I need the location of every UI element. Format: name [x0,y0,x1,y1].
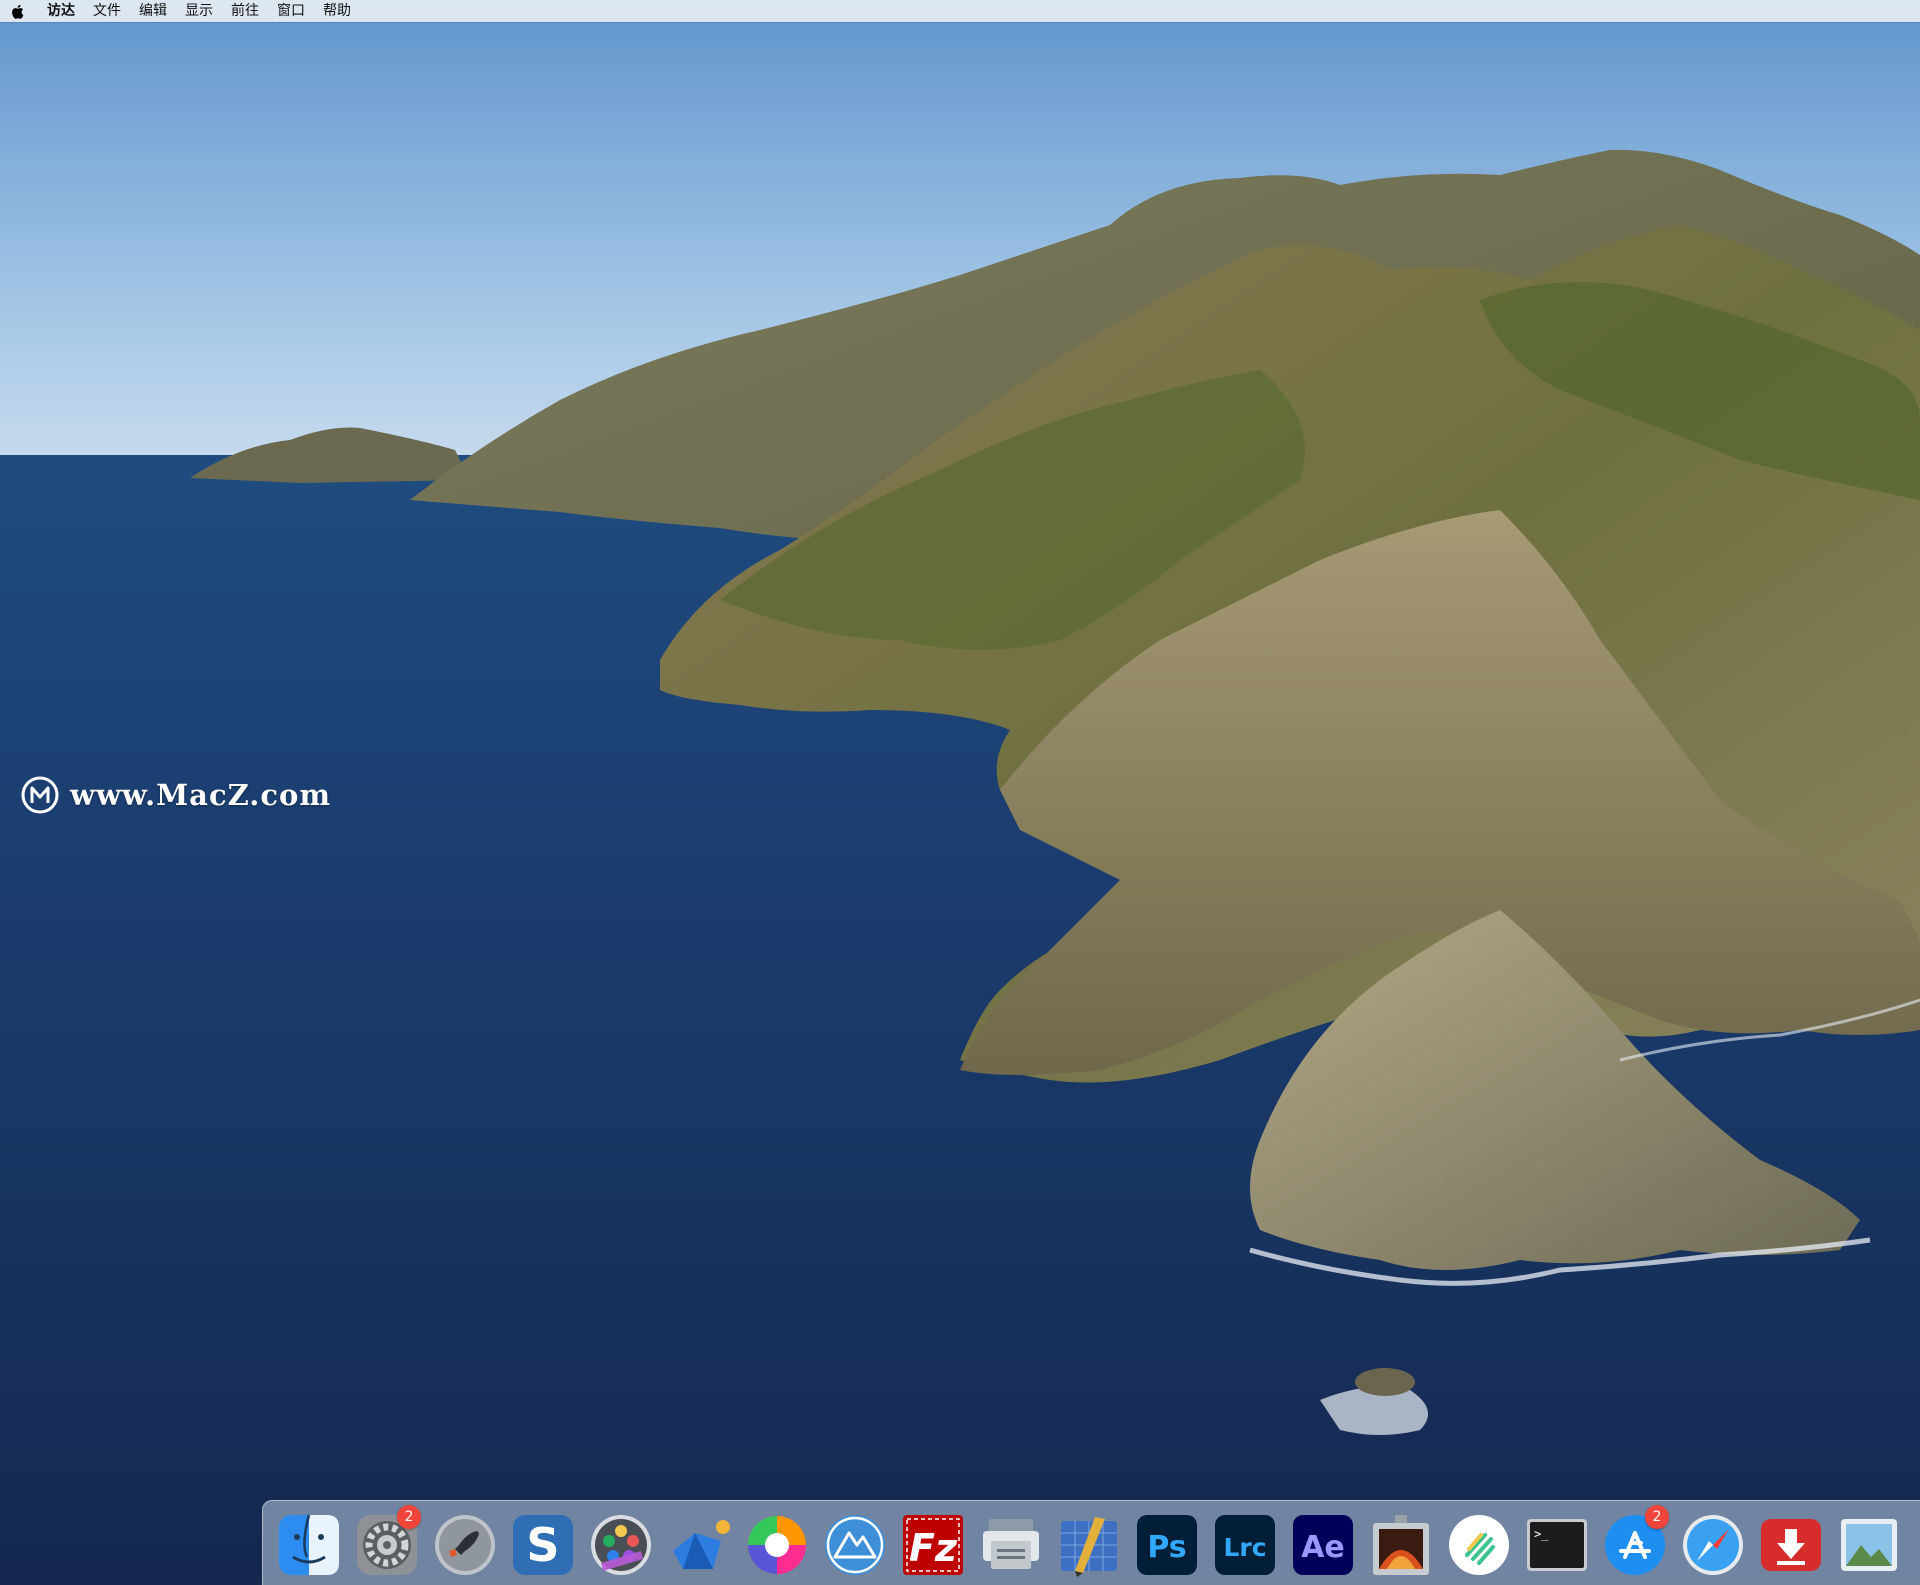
after-effects-icon: Ae [1293,1515,1353,1575]
menu-bar: 访达 文件 编辑 显示 前往 窗口 帮助 [0,0,1920,22]
compass-icon [1683,1515,1743,1575]
download-arrow-icon [1761,1519,1821,1571]
disk-icon [983,1519,1039,1569]
menu-finder[interactable]: 访达 [38,0,84,22]
dock-blueprint-app[interactable] [1055,1511,1123,1579]
menu-view[interactable]: 显示 [176,0,222,22]
dock-photo-booth[interactable] [1367,1511,1435,1579]
dock-launchpad[interactable] [431,1511,499,1579]
watermark: www.MacZ.com [20,775,331,815]
filezilla-label: Fz [909,1526,958,1570]
preview-icon [1841,1519,1897,1571]
lightroom-label: Lrc [1223,1533,1266,1562]
lines-icon [1449,1515,1509,1575]
dock-terminal[interactable]: >_ [1523,1511,1591,1579]
apple-icon[interactable] [10,3,24,20]
dock-preview[interactable] [1835,1511,1903,1579]
dock-photoshop[interactable]: Ps [1133,1511,1201,1579]
s-letter-icon: S [513,1515,573,1575]
photoshop-label: Ps [1147,1530,1186,1565]
after-effects-label: Ae [1301,1530,1345,1565]
menu-window[interactable]: 窗口 [268,0,314,22]
photoshop-icon: Ps [1137,1515,1197,1575]
dock-lightroom-classic[interactable]: Lrc [1211,1511,1279,1579]
dock-notes-app[interactable] [1445,1511,1513,1579]
dock-safari[interactable] [1679,1511,1747,1579]
dock-app-store[interactable]: 2 [1601,1505,1669,1579]
macz-logo-icon [21,776,59,814]
terminal-icon: >_ [1527,1519,1587,1571]
menu-help[interactable]: 帮助 [314,0,360,22]
lightroom-icon: Lrc [1215,1515,1275,1575]
notification-badge: 2 [397,1505,421,1529]
dock-system-preferences[interactable]: 2 [353,1505,421,1579]
mindmap-icon [673,1520,730,1569]
watermark-text: www.MacZ.com [70,778,332,812]
color-wheel-icon [748,1516,806,1574]
dock-pixelmator[interactable] [743,1511,811,1579]
photo-booth-icon [1373,1515,1429,1575]
menu-edit[interactable]: 编辑 [130,0,176,22]
notification-badge: 2 [1645,1505,1669,1529]
dock: 2 S Fz Ps Lrc Ae >_ 2 [262,1500,1920,1585]
dock-motion[interactable] [587,1511,655,1579]
dock-xmind[interactable] [665,1511,733,1579]
terminal-prompt: >_ [1534,1527,1549,1541]
desktop[interactable]: 访达 文件 编辑 显示 前往 窗口 帮助 www.MacZ.com 2 S Fz… [0,0,1920,1585]
dock-scrivener[interactable]: S [509,1511,577,1579]
triangle-mountain-icon [825,1515,885,1575]
rocket-icon [435,1515,495,1575]
dock-after-effects[interactable]: Ae [1289,1511,1357,1579]
finder-icon [279,1514,339,1575]
dock-disk-utility[interactable] [977,1511,1045,1579]
film-reel-icon [591,1515,651,1575]
dock-downloader[interactable] [1757,1511,1825,1579]
dock-finder[interactable] [275,1511,343,1579]
blueprint-icon [1061,1517,1117,1577]
menu-go[interactable]: 前往 [222,0,268,22]
menu-file[interactable]: 文件 [84,0,130,22]
dock-filezilla[interactable]: Fz [899,1511,967,1579]
dock-affinity[interactable] [821,1511,889,1579]
filezilla-icon: Fz [903,1515,963,1575]
scrivener-label: S [526,1518,559,1572]
